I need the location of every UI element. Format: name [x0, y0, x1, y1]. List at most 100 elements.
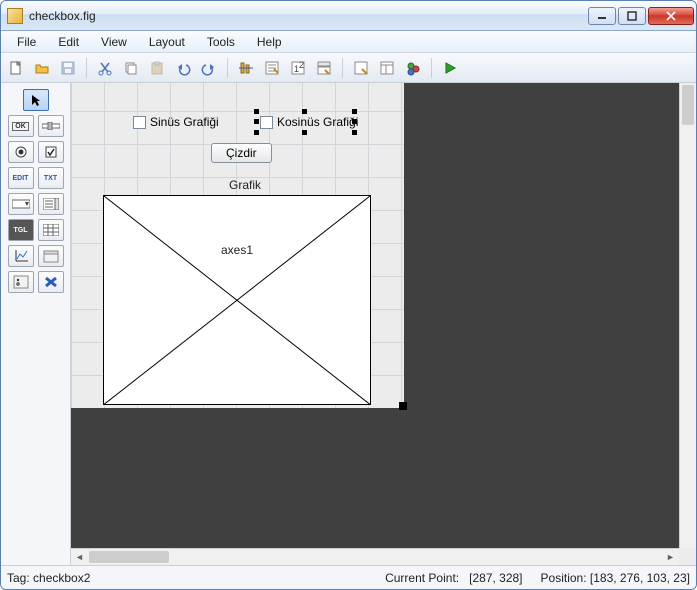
table-tool[interactable]	[38, 219, 64, 241]
uicontrol-pushbutton-cizdir[interactable]: Çizdir	[211, 143, 272, 163]
selection-handle[interactable]	[302, 109, 307, 114]
close-button[interactable]	[648, 7, 694, 25]
run-figure-button[interactable]	[439, 57, 461, 79]
status-tag-label: Tag:	[7, 571, 30, 585]
popup-icon	[12, 199, 30, 209]
select-tool[interactable]	[23, 89, 49, 111]
uicontrol-axes[interactable]: axes1	[103, 195, 371, 405]
align-objects-button[interactable]	[235, 57, 257, 79]
toggle-button-tool[interactable]: TGL	[8, 219, 34, 241]
activex-tool[interactable]	[38, 271, 64, 293]
undo-button[interactable]	[172, 57, 194, 79]
new-file-button[interactable]	[5, 57, 27, 79]
close-icon	[666, 11, 676, 21]
status-pos-value: [183, 276, 103, 23]	[590, 571, 690, 585]
listbox-tool[interactable]	[38, 193, 64, 215]
menu-view[interactable]: View	[91, 33, 137, 51]
scrollbar-thumb[interactable]	[682, 85, 694, 125]
align-icon	[238, 60, 254, 76]
status-position: Position: [183, 276, 103, 23]	[541, 571, 690, 585]
menu-editor-icon	[264, 60, 280, 76]
panel-tool[interactable]	[38, 245, 64, 267]
slider-tool[interactable]	[38, 115, 64, 137]
cut-button[interactable]	[94, 57, 116, 79]
selection-handle[interactable]	[352, 109, 357, 114]
status-cp-value: [287, 328]	[469, 571, 522, 585]
radio-button-tool[interactable]	[8, 141, 34, 163]
edit-text-tool[interactable]: EDIT	[8, 167, 34, 189]
selection-handle[interactable]	[352, 130, 357, 135]
checkbox-box	[133, 116, 146, 129]
slider-icon	[42, 122, 60, 130]
statusbar: Tag: checkbox2 Current Point: [287, 328]…	[1, 565, 696, 589]
run-icon	[442, 60, 458, 76]
scroll-right-arrow[interactable]: ►	[662, 549, 679, 565]
push-button-tool[interactable]: OK	[8, 115, 34, 137]
selection-handle[interactable]	[352, 119, 357, 124]
new-file-icon	[8, 60, 24, 76]
scroll-left-arrow[interactable]: ◄	[71, 549, 88, 565]
status-cp-label: Current Point:	[385, 571, 459, 585]
selection-handle[interactable]	[254, 119, 259, 124]
tab-order-icon: 12	[290, 60, 306, 76]
menu-file[interactable]: File	[7, 33, 46, 51]
editor-button[interactable]	[350, 57, 372, 79]
canvas-background: Sinüs Grafiği Kosinüs Grafiği	[71, 83, 679, 548]
maximize-button[interactable]	[618, 7, 646, 25]
uicontrol-checkbox-sinus[interactable]: Sinüs Grafiği	[133, 115, 219, 129]
menu-tools[interactable]: Tools	[197, 33, 245, 51]
selection-handle[interactable]	[254, 130, 259, 135]
redo-button[interactable]	[198, 57, 220, 79]
figure-resize-grip[interactable]	[399, 402, 407, 410]
axes-title-text: Grafik	[229, 178, 261, 192]
minimize-icon	[597, 11, 607, 21]
selection-handle[interactable]	[254, 109, 259, 114]
titlebar: checkbox.fig	[1, 1, 696, 31]
toolbar-editor-button[interactable]	[313, 57, 335, 79]
object-browser-icon	[405, 60, 421, 76]
vertical-scrollbar[interactable]	[679, 83, 696, 548]
menu-editor-button[interactable]	[261, 57, 283, 79]
radio-icon	[15, 146, 27, 158]
axes-icon	[13, 249, 29, 263]
toolbar-separator	[86, 58, 87, 78]
cursor-icon	[29, 93, 43, 107]
popup-menu-tool[interactable]	[8, 193, 34, 215]
status-tag: Tag: checkbox2	[7, 571, 385, 585]
horizontal-scrollbar[interactable]: ◄ ►	[71, 548, 679, 565]
editor-icon	[353, 60, 369, 76]
checkbox-label: Sinüs Grafiği	[150, 115, 219, 129]
uicontrol-checkbox-kosinus[interactable]: Kosinüs Grafiği	[260, 115, 358, 129]
static-text-tool[interactable]: TXT	[38, 167, 64, 189]
selection-handle[interactable]	[302, 130, 307, 135]
scissors-icon	[97, 60, 113, 76]
copy-icon	[123, 60, 139, 76]
status-tag-value: checkbox2	[33, 571, 90, 585]
tab-order-button[interactable]: 12	[287, 57, 309, 79]
maximize-icon	[627, 11, 637, 21]
toolbar-separator	[431, 58, 432, 78]
menu-edit[interactable]: Edit	[48, 33, 89, 51]
button-group-tool[interactable]	[8, 271, 34, 293]
open-file-button[interactable]	[31, 57, 53, 79]
listbox-icon	[43, 198, 59, 210]
menu-layout[interactable]: Layout	[139, 33, 195, 51]
property-inspector-button[interactable]	[376, 57, 398, 79]
window-controls	[588, 7, 694, 25]
menubar: File Edit View Layout Tools Help	[1, 31, 696, 53]
copy-button[interactable]	[120, 57, 142, 79]
checkbox-box	[260, 116, 273, 129]
object-browser-button[interactable]	[402, 57, 424, 79]
figure-layout-grid[interactable]: Sinüs Grafiği Kosinüs Grafiği	[71, 83, 404, 408]
redo-icon	[201, 60, 217, 76]
undo-icon	[175, 60, 191, 76]
menu-help[interactable]: Help	[247, 33, 292, 51]
checkbox-icon	[45, 146, 57, 158]
paste-button[interactable]	[146, 57, 168, 79]
save-button[interactable]	[57, 57, 79, 79]
panel-icon	[43, 249, 59, 263]
minimize-button[interactable]	[588, 7, 616, 25]
scrollbar-thumb[interactable]	[89, 551, 169, 563]
axes-tool[interactable]	[8, 245, 34, 267]
checkbox-tool[interactable]	[38, 141, 64, 163]
